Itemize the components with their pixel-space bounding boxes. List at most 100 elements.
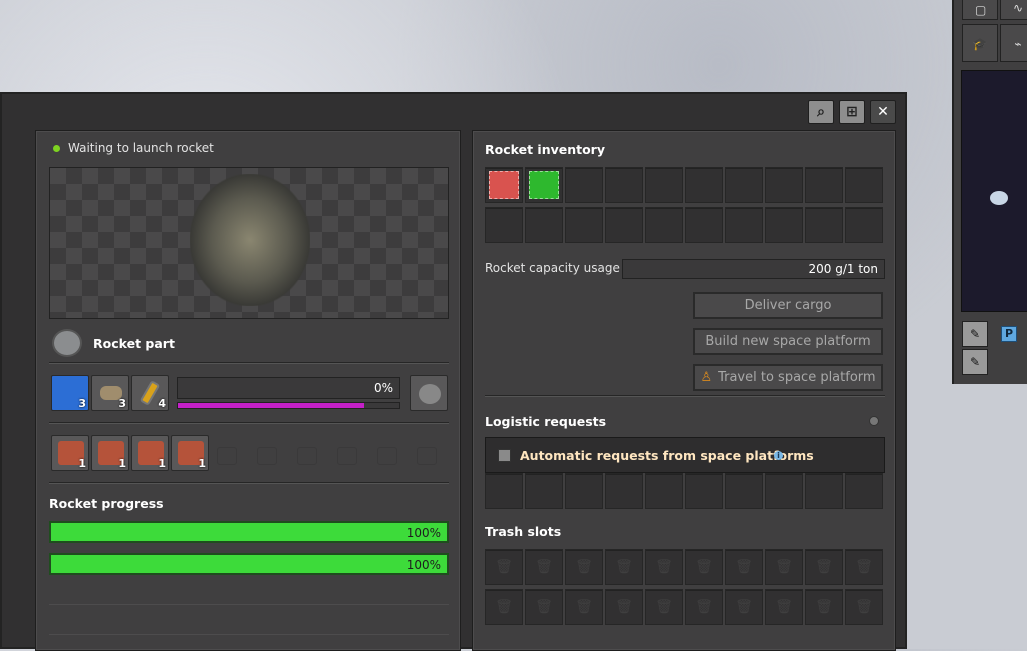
deliver-cargo-button[interactable]: Deliver cargo [693,292,883,319]
empty-module-slot[interactable] [257,447,277,465]
minimap[interactable] [961,70,1027,312]
inventory-slot[interactable] [565,207,603,243]
close-button[interactable]: ✕ [870,100,896,124]
trash-slot[interactable]: 🗑 [805,589,843,625]
logistic-request-slot[interactable] [605,473,643,509]
trash-slot[interactable]: 🗑 [645,549,683,585]
trash-icon: 🗑 [655,559,673,575]
logistic-request-slot[interactable] [845,473,883,509]
edit-shortcut-button[interactable]: ✎ [962,349,988,375]
wireless-icon: ⌁ [1014,37,1022,51]
inventory-slot[interactable] [485,207,523,243]
info-icon[interactable]: i [774,451,783,460]
inventory-slot[interactable] [765,167,803,203]
ingredient-count: 4 [158,397,166,410]
research-button[interactable]: 🎓 [962,24,998,62]
logistic-request-slot[interactable] [485,473,523,509]
trash-slot[interactable]: 🗑 [485,589,523,625]
empty-module-slot[interactable] [417,447,437,465]
build-space-platform-button[interactable]: Build new space platform [693,328,883,355]
rocket-part-icon [52,329,82,357]
module-count: 1 [118,457,126,470]
logistic-request-slot[interactable] [565,473,603,509]
inventory-slot[interactable] [605,167,643,203]
blueprint-button[interactable]: ▢ [962,0,998,20]
logistic-request-slot[interactable] [525,473,563,509]
trash-slot[interactable]: 🗑 [805,549,843,585]
silo-preview [49,167,449,319]
trash-icon: 🗑 [535,599,553,615]
logistic-request-slot[interactable] [685,473,723,509]
trash-slot[interactable]: 🗑 [485,549,523,585]
trash-slot[interactable]: 🗑 [645,589,683,625]
inventory-slot[interactable] [525,167,563,203]
title-bar[interactable]: ⌕ ⊞ ✕ [2,94,907,130]
divider [49,482,449,484]
trash-slot[interactable]: 🗑 [565,589,603,625]
trash-icon: 🗑 [495,559,513,575]
inventory-slot[interactable] [645,167,683,203]
inventory-slot[interactable] [725,207,763,243]
logistic-request-slot[interactable] [765,473,803,509]
trash-icon: 🗑 [815,559,833,575]
trash-icon: 🗑 [695,559,713,575]
inventory-slot[interactable] [685,167,723,203]
trash-slot[interactable]: 🗑 [605,549,643,585]
module-slot[interactable]: 1 [171,435,209,471]
ingredient-slot[interactable]: 3 [51,375,89,411]
result-slot[interactable] [410,375,448,411]
rocket-progress-label: Rocket progress [49,496,164,511]
search-button[interactable]: ⌕ [808,100,834,124]
inventory-slot[interactable] [765,207,803,243]
ingredient-slot[interactable]: 3 [91,375,129,411]
inventory-slot[interactable] [485,167,523,203]
trash-slot[interactable]: 🗑 [845,549,883,585]
empty-module-slot[interactable] [377,447,397,465]
inventory-slot[interactable] [685,207,723,243]
travel-to-space-platform-button[interactable]: ♙ Travel to space platform [693,364,883,391]
rocket-cargo-panel: Rocket inventory Rocket capacity usage 2… [472,130,896,651]
button-label: Deliver cargo [744,298,832,313]
inventory-slot[interactable] [805,207,843,243]
trash-slot[interactable]: 🗑 [845,589,883,625]
inventory-slot[interactable] [525,207,563,243]
hierarchy-button[interactable]: ⊞ [839,100,865,124]
trash-icon: 🗑 [855,599,873,615]
edit-shortcut-button[interactable]: ✎ [962,321,988,347]
trash-slot[interactable]: 🗑 [725,549,763,585]
module-slot[interactable]: 1 [131,435,169,471]
inventory-slot[interactable] [845,207,883,243]
trash-slot[interactable]: 🗑 [765,549,803,585]
module-slot[interactable]: 1 [51,435,89,471]
trash-slot[interactable]: 🗑 [685,589,723,625]
close-icon: ✕ [877,104,889,120]
inventory-slot[interactable] [805,167,843,203]
trash-slot[interactable]: 🗑 [525,589,563,625]
empty-module-slot[interactable] [337,447,357,465]
inventory-slot[interactable] [565,167,603,203]
inventory-slot[interactable] [645,207,683,243]
module-slot[interactable]: 1 [91,435,129,471]
empty-module-slot[interactable] [297,447,317,465]
empty-module-slot[interactable] [217,447,237,465]
trash-slot[interactable]: 🗑 [605,589,643,625]
network-button[interactable]: ⌁ [1000,24,1027,62]
inventory-slot[interactable] [725,167,763,203]
auto-requests-checkbox[interactable] [498,449,511,462]
trash-slot[interactable]: 🗑 [525,549,563,585]
trash-slot[interactable]: 🗑 [725,589,763,625]
stats-button[interactable]: ∿ [1000,0,1027,20]
parameter-icon[interactable]: P [1001,326,1017,342]
trash-slot[interactable]: 🗑 [765,589,803,625]
logistic-request-slot[interactable] [645,473,683,509]
trash-icon: 🗑 [855,559,873,575]
logistic-request-slot[interactable] [725,473,763,509]
inventory-slot[interactable] [845,167,883,203]
inventory-slot[interactable] [605,207,643,243]
trash-slot[interactable]: 🗑 [565,549,603,585]
pencil-icon: ✎ [969,355,981,369]
ingredient-slot[interactable]: 4 [131,375,169,411]
power-bar [177,402,400,409]
logistic-request-slot[interactable] [805,473,843,509]
trash-slot[interactable]: 🗑 [685,549,723,585]
